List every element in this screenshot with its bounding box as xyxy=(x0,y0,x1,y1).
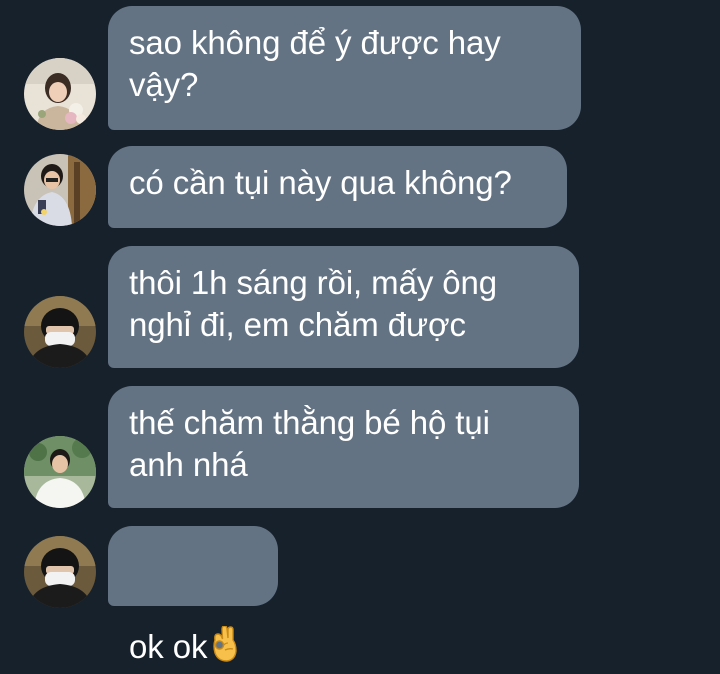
message-bubble: có cần tụi này qua không? xyxy=(108,146,567,228)
message-bubble: thôi 1h sáng rồi, mấy ông nghỉ đi, em ch… xyxy=(108,246,579,368)
ok-hand-emoji-icon xyxy=(209,584,239,674)
sender-avatar[interactable] xyxy=(24,154,96,226)
sender-avatar[interactable] xyxy=(24,58,96,130)
message-bubble: thế chăm thằng bé hộ tụi anh nhá xyxy=(108,386,579,508)
message-text: ok ok xyxy=(129,628,208,665)
message-bubble: ok ok xyxy=(108,526,278,665)
sender-avatar[interactable] xyxy=(24,536,96,608)
sender-avatar[interactable] xyxy=(24,436,96,508)
sender-avatar[interactable] xyxy=(24,296,96,368)
message-bubble: sao không để ý được hay vậy? xyxy=(108,6,581,130)
